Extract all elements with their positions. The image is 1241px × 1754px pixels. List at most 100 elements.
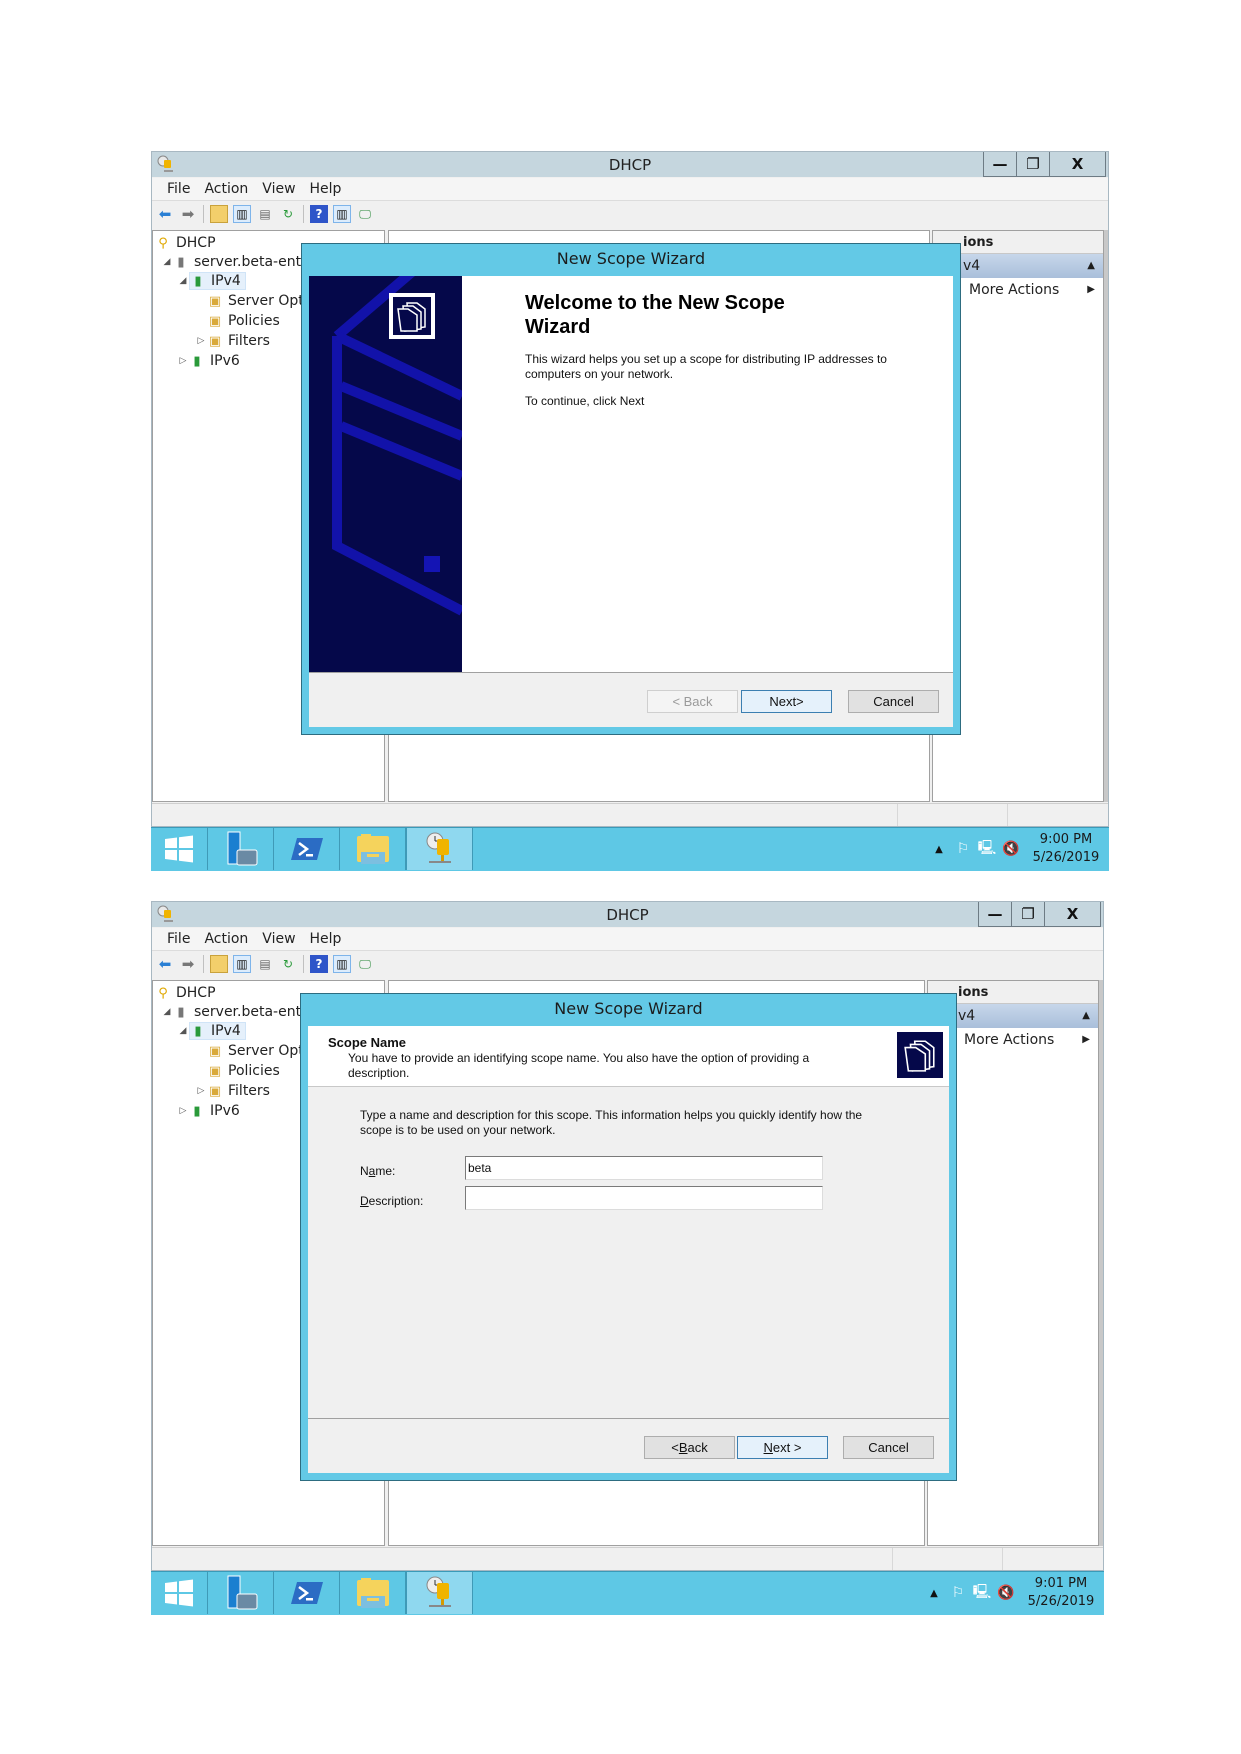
help-icon[interactable]: ? [310,955,328,973]
action-center-flag-icon[interactable]: ⚐ [946,1585,970,1601]
collapse-up-icon[interactable]: ▲ [1087,254,1095,278]
show-hide-action-pane-icon[interactable]: ▥ [333,955,351,973]
export-list-icon[interactable]: ▤ [256,205,274,223]
menu-action[interactable]: Action [197,931,255,947]
up-folder-icon[interactable] [210,205,228,223]
collapsed-icon[interactable]: ▷ [195,336,207,346]
actions-group-label: v4 [963,258,981,274]
scope-name-input[interactable] [465,1156,823,1180]
close-button[interactable]: X [1049,152,1105,176]
menu-file[interactable]: File [160,931,197,947]
clock-time: 9:01 PM [1034,1576,1088,1591]
powershell-icon [290,838,323,860]
cancel-button[interactable]: Cancel [843,1436,934,1459]
tree-item-dhcp[interactable]: ⚲ DHCP [155,233,215,253]
tree-item-policies[interactable]: ▣ Policies [207,311,280,331]
menu-file[interactable]: File [160,181,197,197]
tree-item-server-options[interactable]: ▣ Server Optic [207,291,316,311]
tree-item-policies[interactable]: ▣ Policies [207,1061,280,1081]
menu-view[interactable]: View [255,181,302,197]
menu-bar: File Action View Help [152,178,1108,201]
show-hide-console-tree-icon[interactable]: ▥ [233,955,251,973]
back-arrow-icon[interactable]: ⬅ [156,955,174,973]
tree-item-ipv6[interactable]: ▷ ▮ IPv6 [177,351,240,371]
vertical-scrollbar[interactable] [1099,980,1103,1546]
show-hide-action-pane-icon[interactable]: ▥ [333,205,351,223]
expanded-icon[interactable]: ◢ [177,276,189,286]
server-manager-icon [227,831,257,866]
taskbar-file-explorer[interactable] [340,828,406,870]
tree-item-ipv4[interactable]: ◢ ▮ IPv4 [177,271,246,291]
forward-arrow-icon[interactable]: ➡ [179,955,197,973]
back-arrow-icon[interactable]: ⬅ [156,205,174,223]
scope-description-input[interactable] [465,1186,823,1210]
help-icon[interactable]: ? [310,205,328,223]
windows-logo-icon [165,1579,193,1607]
forward-arrow-icon[interactable]: ➡ [179,205,197,223]
ipv4-icon: ▮ [194,273,202,289]
toolbar-separator [203,205,204,223]
expanded-icon[interactable]: ◢ [177,1026,189,1036]
vertical-scrollbar[interactable] [1104,230,1108,802]
back-button[interactable]: < Back [644,1436,735,1459]
minimize-button[interactable]: — [984,152,1016,176]
taskbar-file-explorer[interactable] [340,1572,406,1614]
tree-item-ipv4[interactable]: ◢ ▮ IPv4 [177,1021,246,1041]
taskbar-powershell[interactable] [274,828,340,870]
tree-item-filters[interactable]: ▷ ▣ Filters [195,1081,270,1101]
cancel-button[interactable]: Cancel [848,690,939,713]
start-button[interactable] [151,828,208,870]
collapse-up-icon[interactable]: ▲ [1082,1004,1090,1028]
network-icon[interactable]: 🖳 [970,1581,994,1605]
expanded-icon[interactable]: ◢ [161,257,173,267]
wizard-title: New Scope Wizard [556,249,706,268]
close-button[interactable]: X [1044,902,1100,926]
next-button[interactable]: Next > [737,1436,828,1459]
collapsed-icon[interactable]: ▷ [177,1106,189,1116]
next-button[interactable]: Next> [741,690,832,713]
collapsed-icon[interactable]: ▷ [177,356,189,366]
title-bar[interactable]: DHCP — ❐ X [152,152,1108,177]
windows-logo-icon [165,835,193,863]
menu-help[interactable]: Help [303,181,349,197]
taskbar-powershell[interactable] [274,1572,340,1614]
show-hidden-icons-button[interactable]: ▲ [922,1588,946,1599]
restore-button[interactable]: ❐ [1011,902,1044,926]
tree-label: IPv6 [210,1103,240,1119]
volume-muted-icon[interactable]: 🔇 [994,1585,1018,1601]
volume-muted-icon[interactable]: 🔇 [999,841,1023,857]
menu-help[interactable]: Help [303,931,349,947]
clock[interactable]: 9:00 PM 5/26/2019 [1023,831,1109,867]
back-button[interactable]: < Back [647,690,738,713]
show-hide-console-tree-icon[interactable]: ▥ [233,205,251,223]
expanded-icon[interactable]: ◢ [161,1007,173,1017]
tree-item-ipv6[interactable]: ▷ ▮ IPv6 [177,1101,240,1121]
menu-view[interactable]: View [255,931,302,947]
show-hidden-icons-button[interactable]: ▲ [927,844,951,855]
taskbar-dhcp[interactable] [406,1572,473,1614]
network-icon[interactable]: 🖳 [975,837,999,861]
title-bar[interactable]: DHCP — ❐ X [152,902,1103,927]
toolbar-separator [303,955,304,973]
taskbar-server-manager[interactable] [208,828,274,870]
taskbar-dhcp[interactable] [406,828,473,870]
refresh-icon[interactable]: ↻ [279,205,297,223]
restore-button[interactable]: ❐ [1016,152,1049,176]
clock[interactable]: 9:01 PM 5/26/2019 [1018,1575,1104,1611]
tree-item-server[interactable]: ◢ ▮ server.beta-enterp [161,252,325,272]
tree-item-dhcp[interactable]: ⚲ DHCP [155,983,215,1003]
new-scope-wizard-dialog: New Scope Wizard Welcome to the New Scop… [301,243,961,735]
taskbar-server-manager[interactable] [208,1572,274,1614]
tree-item-filters[interactable]: ▷ ▣ Filters [195,331,270,351]
up-folder-icon[interactable] [210,955,228,973]
export-list-icon[interactable]: ▤ [256,955,274,973]
monitor-icon[interactable]: 🖵 [356,955,374,973]
action-center-flag-icon[interactable]: ⚐ [951,841,975,857]
monitor-icon[interactable]: 🖵 [356,205,374,223]
window-title: DHCP [608,156,652,174]
menu-action[interactable]: Action [197,181,255,197]
start-button[interactable] [151,1572,208,1614]
minimize-button[interactable]: — [979,902,1011,926]
collapsed-icon[interactable]: ▷ [195,1086,207,1096]
refresh-icon[interactable]: ↻ [279,955,297,973]
